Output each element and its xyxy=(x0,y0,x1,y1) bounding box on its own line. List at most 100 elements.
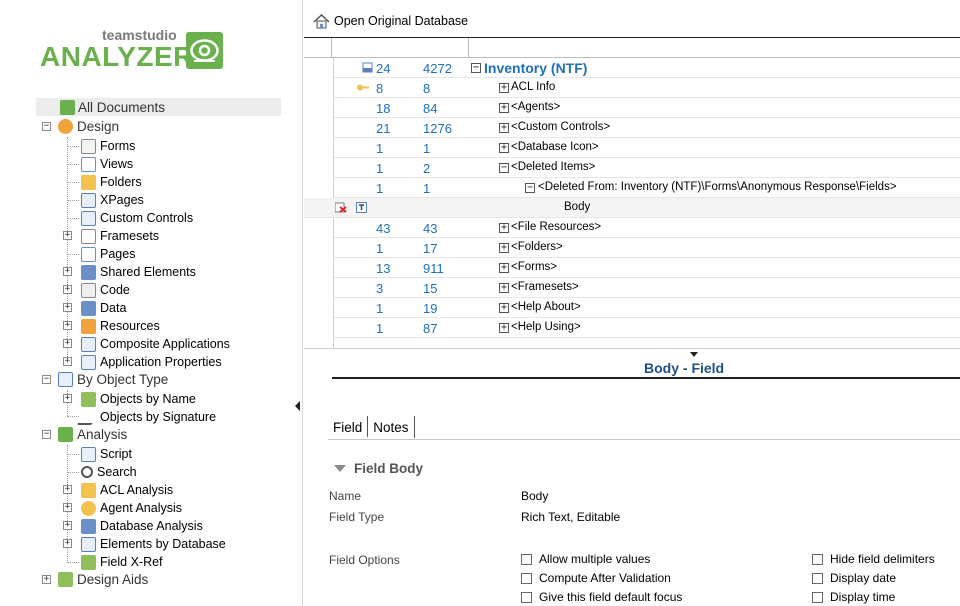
expand-toggle[interactable]: + xyxy=(63,285,72,294)
collapse-down-arrow-icon[interactable] xyxy=(690,352,698,357)
tree-acl-analysis[interactable]: ACL Analysis xyxy=(81,481,173,499)
tree-data[interactable]: Data xyxy=(81,299,126,317)
expand-toggle[interactable]: + xyxy=(499,143,509,153)
checkbox[interactable] xyxy=(521,591,532,603)
collapse-toggle[interactable]: − xyxy=(42,375,51,384)
tree-pages[interactable]: Pages xyxy=(81,245,135,263)
table-row[interactable]: 13 911 + <Forms> xyxy=(334,258,960,278)
expand-toggle[interactable]: + xyxy=(499,323,509,333)
tree-framesets[interactable]: Framesets xyxy=(81,227,159,245)
table-row-root[interactable]: 24 4272 − Inventory (NTF) xyxy=(334,58,960,78)
collapse-toggle[interactable]: − xyxy=(42,122,51,131)
expand-toggle[interactable]: + xyxy=(63,303,72,312)
table-row[interactable]: 1 87 + <Help Using> xyxy=(334,318,960,338)
checkbox[interactable] xyxy=(812,553,823,565)
option-compute-after-validation[interactable]: Compute After Validation xyxy=(521,571,671,585)
collapse-pane-arrow-icon[interactable] xyxy=(295,401,300,411)
checkbox[interactable] xyxy=(812,572,823,584)
navigator-pane: teamstudio ANALYZER All Documents − Desi… xyxy=(0,0,303,606)
tree-shared-elements[interactable]: Shared Elements xyxy=(81,263,196,281)
expand-toggle[interactable]: + xyxy=(63,339,72,348)
open-original-database-button[interactable]: Open Original Database xyxy=(313,13,468,29)
option-label: Display date xyxy=(830,571,897,585)
table-row[interactable]: 43 43 + <File Resources> xyxy=(334,218,960,238)
expand-toggle[interactable]: + xyxy=(63,485,72,494)
tree-forms[interactable]: Forms xyxy=(81,137,135,155)
tree-xpages[interactable]: XPages xyxy=(81,191,144,209)
option-hide-field-delimiters[interactable]: Hide field delimiters xyxy=(812,552,935,566)
expand-toggle[interactable]: + xyxy=(63,539,72,548)
tree-by-object-type[interactable]: By Object Type xyxy=(58,370,168,388)
expand-toggle[interactable]: + xyxy=(499,263,509,273)
expand-toggle[interactable]: + xyxy=(499,223,509,233)
expand-toggle[interactable]: + xyxy=(499,243,509,253)
tree-design-aids[interactable]: Design Aids xyxy=(58,570,148,588)
checkbox[interactable] xyxy=(521,553,532,565)
tree-agent-analysis[interactable]: Agent Analysis xyxy=(81,499,182,517)
expand-toggle[interactable]: + xyxy=(63,321,72,330)
table-row[interactable]: 1 17 + <Folders> xyxy=(334,238,960,258)
collapse-toggle[interactable]: − xyxy=(471,63,481,73)
table-row[interactable]: 3 15 + <Framesets> xyxy=(334,278,960,298)
table-row[interactable]: 18 84 + <Agents> xyxy=(334,98,960,118)
tree-custom-controls[interactable]: Custom Controls xyxy=(81,209,193,227)
expand-toggle[interactable]: + xyxy=(63,357,72,366)
expand-toggle[interactable]: + xyxy=(499,303,509,313)
expand-toggle[interactable]: + xyxy=(63,521,72,530)
expand-toggle[interactable]: + xyxy=(499,83,509,93)
tree-script[interactable]: Script xyxy=(81,445,132,463)
collapse-toggle[interactable]: − xyxy=(42,430,51,439)
count-cell: 17 xyxy=(423,241,438,256)
table-row[interactable]: 8 8 + ACL Info xyxy=(334,78,960,98)
expand-toggle[interactable]: + xyxy=(63,503,72,512)
option-display-time[interactable]: Display time xyxy=(812,590,895,604)
option-default-focus[interactable]: Give this field default focus xyxy=(521,590,682,604)
option-allow-multiple-values[interactable]: Allow multiple values xyxy=(521,552,650,566)
collapse-toggle[interactable]: − xyxy=(525,183,535,193)
count-cell: 15 xyxy=(423,281,438,296)
tree-application-properties[interactable]: Application Properties xyxy=(81,353,222,371)
table-row-body-field[interactable]: Body xyxy=(304,198,960,218)
section-field-body[interactable]: Field Body xyxy=(334,461,423,476)
expand-toggle[interactable]: + xyxy=(499,103,509,113)
tree-field-xref[interactable]: Field X-Ref xyxy=(81,553,163,571)
tree-views[interactable]: Views xyxy=(81,155,133,173)
tree-all-documents[interactable]: All Documents xyxy=(36,98,281,116)
expand-toggle[interactable]: + xyxy=(63,267,72,276)
expand-toggle[interactable]: + xyxy=(63,394,72,403)
expand-toggle[interactable]: + xyxy=(63,231,72,240)
checkbox[interactable] xyxy=(521,572,532,584)
tab-field[interactable]: Field xyxy=(328,416,369,438)
column-divider[interactable] xyxy=(331,38,332,58)
table-row[interactable]: 1 2 − <Deleted Items> xyxy=(334,158,960,178)
tree-database-analysis[interactable]: Database Analysis xyxy=(81,517,203,535)
expand-toggle[interactable]: + xyxy=(42,575,51,584)
tree-objects-by-signature[interactable]: Objects by Signature xyxy=(76,408,216,426)
table-row[interactable]: 21 1276 + <Custom Controls> xyxy=(334,118,960,138)
table-row[interactable]: 1 19 + <Help About> xyxy=(334,298,960,318)
tree-code[interactable]: Code xyxy=(81,281,130,299)
tree-objects-by-name[interactable]: Objects by Name xyxy=(81,390,196,408)
expand-toggle[interactable]: + xyxy=(499,283,509,293)
tree-folders[interactable]: Folders xyxy=(81,173,142,191)
tree-label: Views xyxy=(100,157,134,171)
table-row[interactable]: 1 1 + <Database Icon> xyxy=(334,138,960,158)
collapse-toggle[interactable]: − xyxy=(499,163,509,173)
frameset-icon xyxy=(81,228,96,244)
tree-design[interactable]: Design xyxy=(58,117,119,135)
row-label: Body xyxy=(564,201,591,213)
tree-resources[interactable]: Resources xyxy=(81,317,160,335)
option-display-date[interactable]: Display date xyxy=(812,571,896,585)
column-divider[interactable] xyxy=(468,38,469,58)
pane-splitter[interactable] xyxy=(304,348,960,349)
tree-analysis[interactable]: Analysis xyxy=(58,425,127,443)
tree-composite-applications[interactable]: Composite Applications xyxy=(81,335,230,353)
tree-elements-by-database[interactable]: Elements by Database xyxy=(81,535,226,553)
signature-icon xyxy=(76,409,101,425)
table-row[interactable]: 1 1 − <Deleted From: Inventory (NTF)\For… xyxy=(334,178,960,198)
tree-search[interactable]: Search xyxy=(81,463,137,481)
row-label: <Help About> xyxy=(511,301,581,313)
expand-toggle[interactable]: + xyxy=(499,123,509,133)
tab-notes[interactable]: Notes xyxy=(368,416,415,438)
checkbox[interactable] xyxy=(812,591,823,603)
